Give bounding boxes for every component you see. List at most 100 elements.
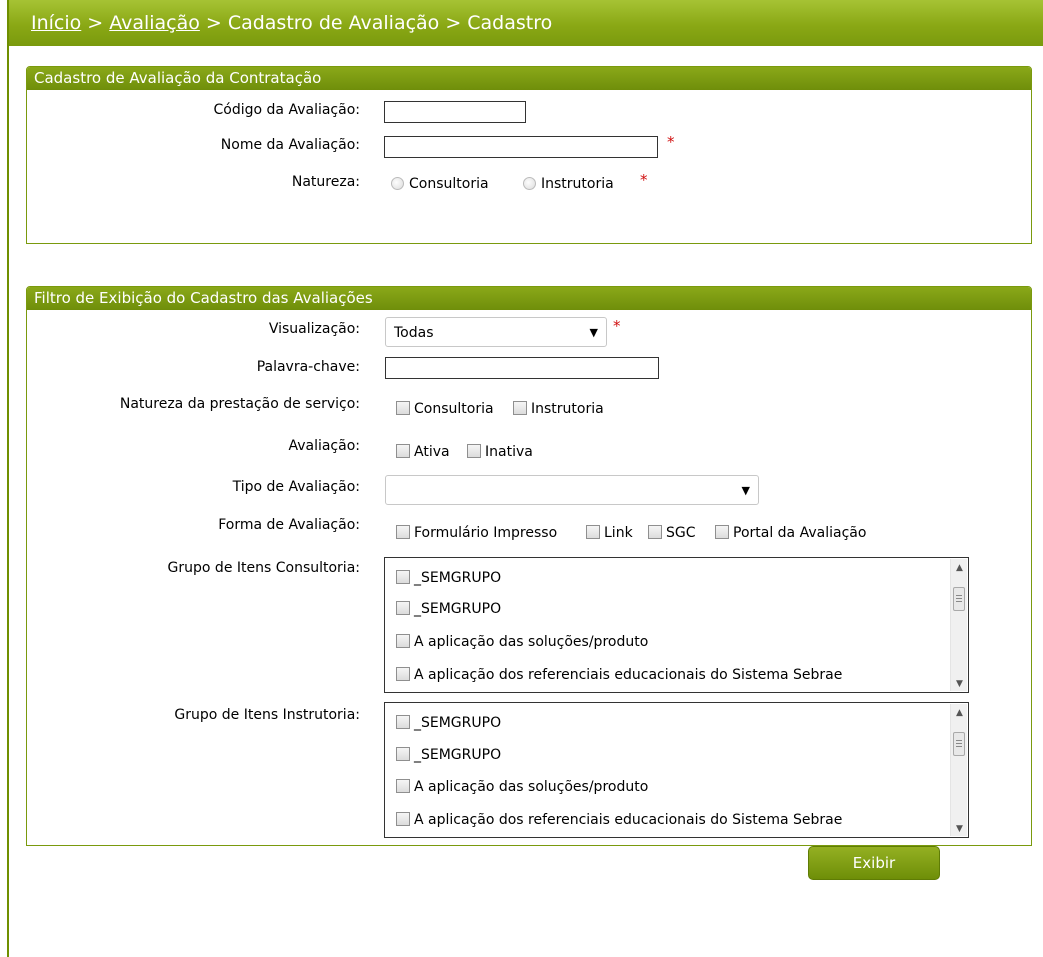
checkbox-icon[interactable]: [396, 444, 410, 458]
chevron-down-icon: ▼: [589, 326, 598, 339]
natureza-check-instrutoria[interactable]: Instrutoria: [513, 401, 604, 417]
scrollbar[interactable]: ▲ ▼: [950, 559, 967, 691]
scroll-up-icon[interactable]: ▲: [951, 708, 968, 718]
checkbox-icon[interactable]: [467, 444, 481, 458]
breadcrumb: Início > Avaliação > Cadastro de Avaliação > C…: [9, 0, 1043, 46]
tipo-avaliacao-select[interactable]: ▼: [385, 475, 759, 505]
scrollbar-thumb[interactable]: [953, 587, 965, 611]
chevron-down-icon: ▼: [741, 484, 750, 497]
checkbox-icon[interactable]: [396, 525, 410, 539]
radio-label: Instrutoria: [541, 176, 614, 192]
cadastro-panel-title: Cadastro de Avaliação da Contratação: [27, 67, 1031, 90]
codigo-input[interactable]: [384, 101, 526, 123]
list-item-label: A aplicação dos referenciais educacionai…: [414, 667, 843, 683]
nome-label: Nome da Avaliação:: [220, 137, 360, 153]
natureza-label: Natureza:: [291, 174, 360, 190]
list-item[interactable]: _SEMGRUPO: [396, 601, 501, 617]
exibir-button[interactable]: Exibir: [808, 846, 940, 880]
list-item[interactable]: _SEMGRUPO: [396, 747, 501, 763]
checkbox-icon[interactable]: [396, 779, 410, 793]
radio-label: Consultoria: [409, 176, 489, 192]
codigo-label: Código da Avaliação:: [213, 102, 360, 118]
grupo-consultoria-list[interactable]: _SEMGRUPO _SEMGRUPO A aplicação das solu…: [384, 557, 969, 693]
checkbox-icon[interactable]: [586, 525, 600, 539]
list-item-label: A aplicação das soluções/produto: [414, 634, 649, 650]
natureza-radio-instrutoria[interactable]: Instrutoria: [523, 176, 614, 192]
checkbox-icon[interactable]: [396, 601, 410, 615]
breadcrumb-item-cadastro-avaliacao: Cadastro de Avaliação: [227, 12, 440, 34]
grupo-instrutoria-list[interactable]: _SEMGRUPO _SEMGRUPO A aplicação das solu…: [384, 702, 969, 838]
breadcrumb-separator: >: [445, 12, 462, 34]
checkbox-icon[interactable]: [396, 715, 410, 729]
checkbox-icon[interactable]: [396, 812, 410, 826]
grupo-instrutoria-label: Grupo de Itens Instrutoria:: [174, 707, 360, 723]
checkbox-icon[interactable]: [396, 747, 410, 761]
forma-check-sgc[interactable]: SGC: [648, 525, 696, 541]
checkbox-label: Instrutoria: [531, 401, 604, 417]
visualizacao-label: Visualização:: [268, 321, 360, 337]
list-item[interactable]: A aplicação dos referenciais educacionai…: [396, 667, 842, 683]
forma-check-portal[interactable]: Portal da Avaliação: [715, 525, 866, 541]
checkbox-icon[interactable]: [648, 525, 662, 539]
list-item-label: A aplicação das soluções/produto: [414, 779, 649, 795]
avaliacao-check-ativa[interactable]: Ativa: [396, 444, 450, 460]
natureza-required-mark: *: [640, 171, 648, 189]
scrollbar-thumb[interactable]: [953, 732, 965, 756]
nome-required-mark: *: [667, 133, 675, 151]
forma-check-formulario[interactable]: Formulário Impresso: [396, 525, 557, 541]
list-item[interactable]: A aplicação das soluções/produto: [396, 634, 648, 650]
checkbox-label: Consultoria: [414, 401, 494, 417]
scroll-up-icon[interactable]: ▲: [951, 563, 968, 573]
scroll-down-icon[interactable]: ▼: [951, 679, 968, 689]
checkbox-label: SGC: [666, 525, 696, 541]
filtro-panel-title: Filtro de Exibição do Cadastro das Avali…: [27, 287, 1031, 310]
checkbox-icon[interactable]: [396, 634, 410, 648]
natureza-radio-consultoria[interactable]: Consultoria: [391, 176, 489, 192]
list-item[interactable]: _SEMGRUPO: [396, 570, 501, 586]
visualizacao-select[interactable]: Todas ▼: [385, 317, 607, 347]
list-item[interactable]: A aplicação dos referenciais educacionai…: [396, 812, 842, 828]
checkbox-label: Formulário Impresso: [414, 525, 558, 541]
breadcrumb-link-avaliacao[interactable]: Avaliação: [109, 12, 200, 34]
list-item-label: _SEMGRUPO: [414, 601, 502, 617]
natureza-check-consultoria[interactable]: Consultoria: [396, 401, 494, 417]
breadcrumb-separator: >: [87, 12, 104, 34]
checkbox-icon[interactable]: [396, 570, 410, 584]
checkbox-icon[interactable]: [513, 401, 527, 415]
radio-icon[interactable]: [523, 177, 536, 190]
nome-input[interactable]: [384, 136, 658, 158]
palavra-chave-label: Palavra-chave:: [256, 359, 360, 375]
tipo-avaliacao-label: Tipo de Avaliação:: [232, 479, 360, 495]
checkbox-label: Inativa: [485, 444, 533, 460]
filtro-panel: Filtro de Exibição do Cadastro das Avali…: [26, 286, 1032, 880]
checkbox-icon[interactable]: [715, 525, 729, 539]
breadcrumb-separator: >: [205, 12, 222, 34]
checkbox-icon[interactable]: [396, 401, 410, 415]
radio-icon[interactable]: [391, 177, 404, 190]
breadcrumb-item-cadastro: Cadastro: [467, 12, 553, 34]
palavra-chave-input[interactable]: [385, 357, 659, 379]
visualizacao-selected-value: Todas: [394, 325, 434, 341]
checkbox-label: Link: [604, 525, 633, 541]
left-border-rule: [7, 0, 9, 957]
scrollbar[interactable]: ▲ ▼: [950, 704, 967, 836]
list-item-label: _SEMGRUPO: [414, 747, 502, 763]
grupo-consultoria-label: Grupo de Itens Consultoria:: [167, 560, 360, 576]
list-item[interactable]: A aplicação das soluções/produto: [396, 779, 648, 795]
scroll-down-icon[interactable]: ▼: [951, 824, 968, 834]
avaliacao-label: Avaliação:: [288, 438, 360, 454]
forma-check-link[interactable]: Link: [586, 525, 633, 541]
checkbox-icon[interactable]: [396, 667, 410, 681]
visualizacao-required-mark: *: [613, 317, 621, 335]
breadcrumb-link-inicio[interactable]: Início: [31, 12, 81, 34]
list-item-label: _SEMGRUPO: [414, 570, 502, 586]
list-item-label: _SEMGRUPO: [414, 715, 502, 731]
natureza-prestacao-label: Natureza da prestação de serviço:: [119, 396, 360, 412]
list-item[interactable]: _SEMGRUPO: [396, 715, 501, 731]
checkbox-label: Portal da Avaliação: [733, 525, 867, 541]
avaliacao-check-inativa[interactable]: Inativa: [467, 444, 533, 460]
list-item-label: A aplicação dos referenciais educacionai…: [414, 812, 843, 828]
forma-avaliacao-label: Forma de Avaliação:: [218, 517, 360, 533]
cadastro-panel: Cadastro de Avaliação da Contratação Cód…: [26, 66, 1032, 244]
checkbox-label: Ativa: [414, 444, 450, 460]
